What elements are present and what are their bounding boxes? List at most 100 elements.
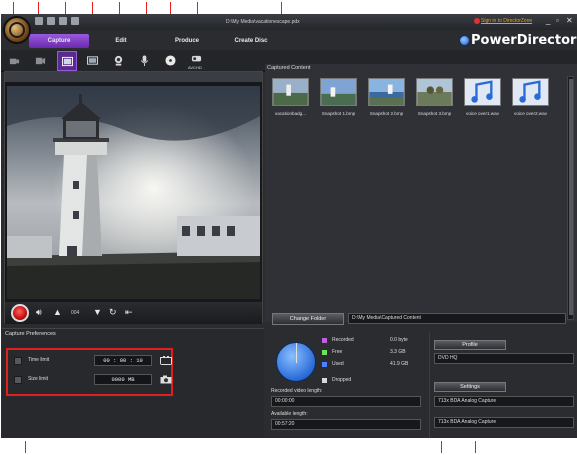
captured-item-caption: Snapshot 3.bmp <box>417 111 452 116</box>
legend-free: Free 3.3 GB <box>322 348 426 357</box>
capture-preferences-panel: Capture Preferences Time limit 00 : 00 :… <box>2 328 264 438</box>
capture-device-field[interactable]: 713x BDA Analog Capture <box>434 396 574 407</box>
legend-used: Used 41.9 GB <box>322 360 426 369</box>
image-thumbnail <box>320 78 357 106</box>
directorzone-icon <box>474 18 480 24</box>
quick-open-icon[interactable] <box>47 17 55 25</box>
used-label: Used <box>332 361 344 367</box>
time-limit-checkbox[interactable] <box>14 357 22 365</box>
captured-item[interactable]: voice over1.wav <box>461 76 504 124</box>
callout-line <box>119 2 120 14</box>
captured-item[interactable]: Snapshot 1.bmp <box>317 76 360 124</box>
capture-webcam-icon <box>114 55 123 66</box>
channel-down-icon[interactable]: ▼ <box>93 307 102 317</box>
captured-item-caption: voice over1.wav <box>466 111 499 116</box>
capture-microphone-button[interactable] <box>135 51 155 71</box>
capture-dv-button[interactable] <box>5 51 25 71</box>
window-title: D:\My Media\vacationescape.pdx <box>226 19 300 25</box>
available-length-label: Available length: <box>271 411 308 417</box>
callout-line <box>25 441 26 453</box>
time-limit-label: Time limit <box>28 357 50 363</box>
capture-hdv-button[interactable] <box>31 51 51 71</box>
profile-button[interactable]: Profile <box>434 340 506 350</box>
record-button[interactable] <box>11 304 29 322</box>
refresh-icon[interactable]: ↻ <box>109 307 117 317</box>
import-icon[interactable]: ⇤ <box>125 307 133 317</box>
snapshot-camera-icon[interactable] <box>160 375 172 384</box>
minimize-button[interactable]: _ <box>546 17 550 25</box>
capture-hdv-icon <box>35 57 46 65</box>
capture-dtv-icon <box>87 56 98 65</box>
app-logo-icon[interactable] <box>3 16 31 44</box>
profile-value-field[interactable]: DVD HQ <box>434 353 574 364</box>
close-button[interactable]: ✕ <box>566 17 573 25</box>
channel-up-icon[interactable]: ▲ <box>53 307 62 317</box>
callout-line <box>170 2 171 14</box>
restore-button[interactable]: ▫ <box>556 17 559 25</box>
quick-undo-icon[interactable] <box>71 17 79 25</box>
capture-cd-icon <box>165 55 176 66</box>
size-limit-field[interactable]: 0000 MB <box>94 374 152 385</box>
capture-tv-button[interactable] <box>57 51 77 71</box>
disk-usage-panel: Recorded 0.0 byte Free 3.3 GB Used 41.9 … <box>265 332 425 438</box>
capture-cd-button[interactable] <box>161 51 181 71</box>
captured-item[interactable]: vacationbadg... <box>269 76 312 124</box>
settings-button[interactable]: Settings <box>434 382 506 392</box>
callout-line <box>92 2 93 14</box>
used-value: 41.9 GB <box>390 361 409 367</box>
recorded-value: 0.0 byte <box>390 337 408 343</box>
pie-slice-divider <box>296 343 297 363</box>
callout-line <box>65 2 66 14</box>
tab-produce[interactable]: Produce <box>157 34 217 48</box>
capture-avchd-button[interactable]: AVCHD <box>187 51 207 71</box>
available-length-field: 00:57:20 <box>271 419 421 430</box>
capture-preferences-title: Capture Preferences <box>5 331 56 337</box>
capture-dtv-button[interactable] <box>83 51 103 71</box>
capture-webcam-button[interactable] <box>109 51 129 71</box>
captured-item-caption: Snapshot 2.bmp <box>369 111 404 116</box>
captured-content-scrollbar[interactable] <box>567 76 574 320</box>
powerdirector-badge-icon <box>459 35 470 46</box>
powerdirector-window: D:\My Media\vacationescape.pdx Sign in t… <box>1 14 577 438</box>
preview-header <box>5 72 262 82</box>
captured-item[interactable]: Snapshot 2.bmp <box>365 76 408 124</box>
title-bar: D:\My Media\vacationescape.pdx Sign in t… <box>1 14 577 30</box>
legend-recorded: Recorded 0.0 byte <box>322 336 426 345</box>
video-preview[interactable] <box>7 86 260 299</box>
captured-content-title: Captured Content <box>267 65 311 71</box>
callout-line <box>475 441 476 453</box>
tab-create-disc[interactable]: Create Disc <box>221 34 281 48</box>
free-value: 3.3 GB <box>390 349 406 355</box>
change-folder-button[interactable]: Change Folder <box>272 313 344 325</box>
callout-line <box>197 2 198 14</box>
volume-icon[interactable]: 🔊︎ <box>36 307 42 317</box>
quick-save-icon[interactable] <box>59 17 67 25</box>
scrollbar-thumb[interactable] <box>569 79 573 315</box>
captured-item[interactable]: voice over2.wav <box>509 76 552 124</box>
folder-path-field[interactable]: D:\My Media\Captured Content <box>348 313 566 324</box>
brand-name: PowerDirector <box>471 33 577 48</box>
tab-edit[interactable]: Edit <box>91 34 151 48</box>
tab-capture[interactable]: Capture <box>29 34 89 48</box>
preferences-highlight: Time limit 00 : 00 : 10 Size limit 0000 … <box>6 348 173 396</box>
capture-device-field-2[interactable]: 713x BDA Analog Capture <box>434 417 574 428</box>
callout-line <box>146 2 147 14</box>
dropped-swatch <box>322 378 327 383</box>
legend-dropped: Dropped <box>322 376 426 385</box>
capture-dv-icon <box>9 58 20 65</box>
logo-ring <box>9 22 25 38</box>
size-limit-checkbox[interactable] <box>14 376 22 384</box>
timer-icon[interactable] <box>160 356 172 365</box>
audio-note-icon <box>464 78 501 106</box>
quick-new-icon[interactable] <box>35 17 43 25</box>
avchd-label: AVCHD <box>188 65 202 70</box>
captured-item[interactable]: Snapshot 3.bmp <box>413 76 456 124</box>
used-swatch <box>322 362 327 367</box>
time-limit-field[interactable]: 00 : 00 : 10 <box>94 355 152 366</box>
sign-in-link[interactable]: Sign in to DirectorZone <box>481 18 532 24</box>
callout-line <box>13 2 14 14</box>
recorded-length-label: Recorded video length: <box>271 388 323 394</box>
captured-thumbnails: vacationbadg... Snapshot 1.bmp Snapshot … <box>269 76 569 126</box>
captured-item-caption: voice over2.wav <box>514 111 547 116</box>
lighthouse-frame <box>7 86 260 299</box>
